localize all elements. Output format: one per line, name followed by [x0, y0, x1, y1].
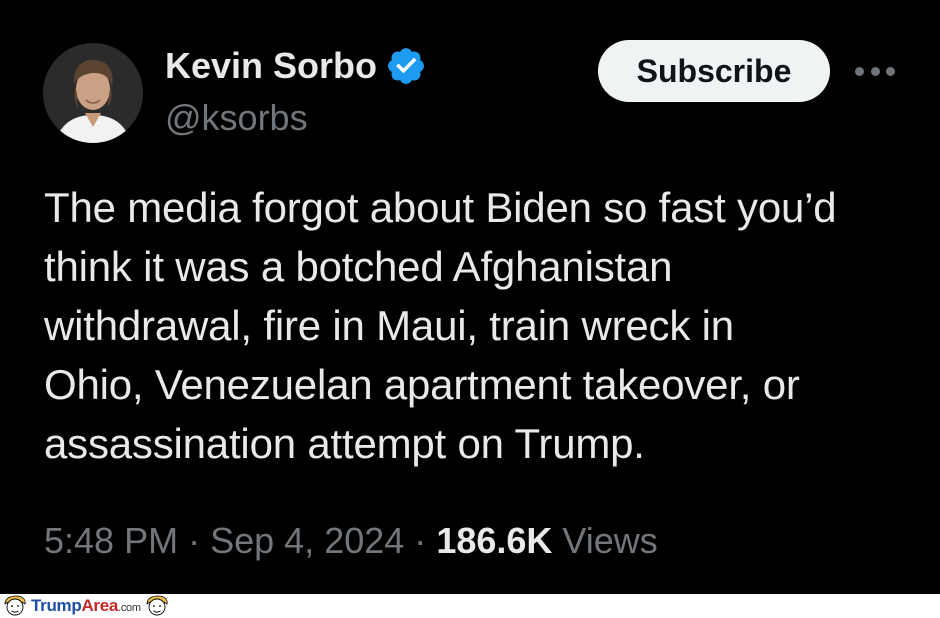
more-dot	[886, 66, 895, 76]
author-name-row[interactable]: Kevin Sorbo	[165, 44, 427, 88]
tweet-time[interactable]: 5:48 PM	[44, 520, 178, 561]
meta-separator: ·	[414, 520, 427, 561]
watermark-domain: .com	[118, 602, 141, 614]
views-count[interactable]: 186.6K	[436, 520, 552, 561]
subscribe-button[interactable]: Subscribe	[598, 40, 830, 102]
profile-photo-icon	[43, 43, 143, 143]
more-dot	[855, 66, 864, 76]
author-handle[interactable]: @ksorbs	[165, 96, 308, 140]
tweet-text-line: Ohio, Venezuelan apartment takeover, or	[44, 361, 800, 408]
tweet-date[interactable]: Sep 4, 2024	[210, 520, 404, 561]
watermark-logo: TrumpArea.com	[31, 596, 141, 616]
more-dot	[870, 66, 880, 76]
tweet-card: Kevin Sorbo @ksorbs Subscribe The media …	[0, 0, 940, 594]
watermark-brand-part2: Area	[81, 596, 119, 615]
tweet-text-line: withdrawal, fire in Maui, train wreck in	[44, 302, 734, 349]
verified-badge-icon[interactable]	[385, 45, 427, 87]
display-name[interactable]: Kevin Sorbo	[165, 44, 377, 88]
avatar[interactable]	[43, 43, 143, 143]
tweet-text-line: assassination attempt on Trump.	[44, 420, 645, 467]
tweet-text-line: The media forgot about Biden so fast you…	[44, 184, 837, 231]
meta-separator: ·	[188, 520, 201, 561]
more-horizontal-icon[interactable]	[852, 58, 898, 84]
caricature-face-icon	[4, 595, 26, 616]
watermark-brand-part1: Trump	[31, 596, 82, 615]
tweet-meta: 5:48 PM · Sep 4, 2024 · 186.6K Views	[44, 518, 658, 564]
tweet-text-line: think it was a botched Afghanistan	[44, 243, 673, 290]
tweet-text: The media forgot about Biden so fast you…	[44, 178, 924, 473]
views-label: Views	[562, 520, 658, 561]
watermark-bar: TrumpArea.com	[0, 594, 940, 618]
caricature-face-icon	[146, 595, 168, 616]
